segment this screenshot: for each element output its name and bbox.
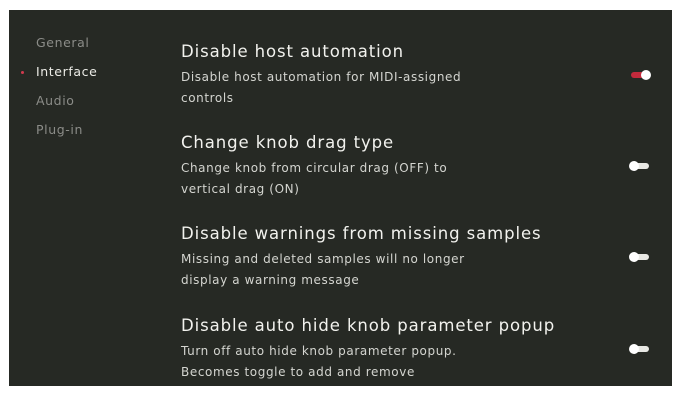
setting-title: Disable host automation (181, 42, 404, 61)
setting-disable-host-automation: Disable host automation Disable host aut… (181, 41, 651, 109)
toggle-switch[interactable] (629, 344, 651, 354)
sidebar-item-label: Plug-in (36, 122, 83, 137)
setting-title: Change knob drag type (181, 133, 395, 152)
setting-disable-auto-hide-knob-popup: Disable auto hide knob parameter popup T… (181, 315, 651, 383)
setting-title: Disable warnings from missing samples (181, 224, 542, 243)
sidebar-item-label: Audio (36, 93, 75, 108)
setting-title: Disable auto hide knob parameter popup (181, 316, 556, 335)
active-indicator-dot (21, 71, 24, 74)
sidebar-item-interface[interactable]: Interface (9, 63, 159, 92)
setting-description: Missing and deleted samples will no long… (181, 252, 465, 287)
sidebar-item-label: General (36, 35, 90, 50)
toggle-knob (629, 161, 639, 171)
setting-disable-missing-sample-warnings: Disable warnings from missing samples Mi… (181, 223, 651, 291)
settings-panel: General Interface Audio Plug-in Disable … (9, 10, 672, 386)
toggle-switch[interactable] (629, 70, 651, 80)
setting-description: Turn off auto hide knob parameter popup.… (181, 344, 457, 379)
sidebar-item-general[interactable]: General (9, 34, 159, 63)
setting-description: Disable host automation for MIDI-assigne… (181, 70, 462, 105)
sidebar-item-plug-in[interactable]: Plug-in (9, 121, 159, 150)
setting-description: Change knob from circular drag (OFF) to … (181, 161, 448, 196)
toggle-knob (629, 252, 639, 262)
sidebar-item-audio[interactable]: Audio (9, 92, 159, 121)
sidebar-nav: General Interface Audio Plug-in (9, 34, 159, 150)
toggle-switch[interactable] (629, 252, 651, 262)
toggle-knob (641, 70, 651, 80)
sidebar-item-label: Interface (36, 64, 98, 79)
toggle-knob (629, 344, 639, 354)
toggle-switch[interactable] (629, 161, 651, 171)
setting-change-knob-drag-type: Change knob drag type Change knob from c… (181, 132, 651, 200)
